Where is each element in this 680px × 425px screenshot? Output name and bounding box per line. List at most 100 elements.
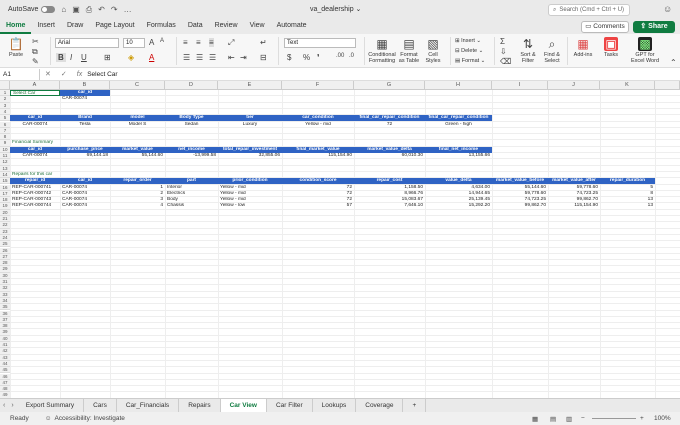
formula-input[interactable]: Select Car (87, 71, 117, 78)
tier-value[interactable]: Luxury (218, 122, 282, 128)
total-repair-investment-value[interactable]: 32,855.06 (218, 153, 282, 159)
zoom-out-icon[interactable]: − (581, 415, 585, 422)
align-top-icon[interactable]: ≡ (183, 38, 188, 47)
autosum-icon[interactable]: Σ (500, 37, 505, 46)
next-sheet-icon[interactable]: › (8, 402, 16, 409)
document-title[interactable]: va_dealership ⌄ (310, 5, 361, 13)
sheet-tab[interactable]: Car View (220, 398, 267, 413)
page-break-icon[interactable]: ▥ (566, 415, 572, 423)
prior-condition-value[interactable]: Yellow - low (218, 203, 282, 209)
car-condition-value[interactable]: Yellow - mid (282, 122, 354, 128)
increase-decimal-icon[interactable]: .00 (336, 53, 344, 59)
final-repair-condition-label-value[interactable]: Green - high (425, 122, 492, 128)
brand-value[interactable]: Tesla (60, 122, 110, 128)
font-shrink-icon[interactable]: A (160, 38, 164, 44)
function-icon[interactable]: fx (77, 71, 82, 78)
final-net-income-value[interactable]: 13,155.66 (425, 153, 492, 159)
decrease-indent-icon[interactable]: ⇤ (228, 53, 235, 62)
percent-icon[interactable]: % (303, 53, 310, 62)
italic-icon[interactable]: I (70, 53, 72, 62)
column-header-extra[interactable] (655, 81, 680, 90)
column-header[interactable]: G (354, 81, 425, 90)
borders-icon[interactable]: ⊞ (104, 53, 111, 62)
share-button[interactable]: ⇪ Share (633, 21, 675, 33)
currency-icon[interactable]: $ (287, 53, 291, 62)
tab-home[interactable]: Home (0, 19, 32, 34)
sheet-tab[interactable]: Export Summary (17, 398, 85, 413)
column-header[interactable]: B (60, 81, 110, 90)
condition-score-value[interactable]: 57 (282, 203, 354, 209)
accessibility-status[interactable]: Accessibility: Investigate (54, 415, 124, 422)
fill-icon[interactable]: ⇩ (500, 47, 507, 56)
repair-order-value[interactable]: 4 (110, 203, 165, 209)
sheet-tab[interactable]: Repairs (179, 398, 221, 413)
page-layout-icon[interactable]: ▤ (550, 415, 556, 423)
cut-icon[interactable]: ✂ (32, 37, 39, 46)
repair-cost-value[interactable]: 7,646.10 (354, 203, 425, 209)
model-value[interactable]: Model S (110, 122, 165, 128)
column-header[interactable]: C (110, 81, 165, 90)
insert-cells-button[interactable]: ⊞ Insert ⌄ (455, 38, 481, 44)
add-ins-button[interactable]: ▦ Add-ins (570, 37, 596, 58)
font-grow-icon[interactable]: A (149, 38, 154, 47)
sheet-tab[interactable]: Car Filter (267, 398, 313, 413)
wrap-text-icon[interactable]: ↵ (260, 38, 267, 47)
collapse-ribbon-icon[interactable]: ⌃ (670, 58, 677, 67)
repair-duration-value[interactable]: 13 (600, 203, 655, 209)
font-size-select[interactable]: 10 (123, 38, 145, 48)
column-header[interactable]: A (10, 81, 60, 90)
format-cells-button[interactable]: ▤ Format ⌄ (455, 58, 485, 64)
copy-icon[interactable]: ⧉ (32, 47, 38, 57)
repair-id-value[interactable]: REP-CAR-000744 (10, 203, 60, 209)
home-icon[interactable]: ⌂ (61, 5, 66, 14)
tab-insert[interactable]: Insert (31, 19, 61, 34)
name-box[interactable]: A1 (0, 68, 40, 80)
comma-style-icon[interactable]: ❜ (317, 53, 320, 62)
more-icon[interactable]: … (124, 5, 132, 14)
market-value-after-value[interactable]: 115,154.90 (548, 203, 600, 209)
accessibility-icon[interactable]: ☺ (45, 415, 52, 422)
align-left-icon[interactable]: ☰ (183, 53, 190, 62)
value-delta-value[interactable]: 15,292.20 (425, 203, 492, 209)
tab-data[interactable]: Data (182, 19, 209, 34)
car-id-value[interactable]: CAR-00074 (10, 153, 60, 159)
purchase-price-value[interactable]: 69,144.18 (60, 153, 110, 159)
column-header[interactable]: K (600, 81, 655, 90)
tasks-button[interactable]: ▣ Tasks (600, 37, 622, 58)
merge-center-icon[interactable]: ⊟ (260, 53, 267, 62)
find-select-button[interactable]: ⌕ Find & Select (540, 37, 564, 64)
sheet-tab[interactable]: Car_Financials (117, 398, 180, 413)
net-income-value[interactable]: -13,999.58 (165, 153, 218, 159)
undo-icon[interactable]: ↶ (98, 5, 105, 14)
market-value-delta-value[interactable]: 60,010.30 (354, 153, 425, 159)
column-header[interactable]: E (218, 81, 282, 90)
sheet-tab[interactable]: Cars (84, 398, 117, 413)
normal-view-icon[interactable]: ▦ (532, 415, 538, 423)
tab-view[interactable]: View (244, 19, 271, 34)
car-id-value[interactable]: CAR-00074 (10, 122, 60, 128)
final-market-value-value[interactable]: 115,154.90 (282, 153, 354, 159)
format-painter-icon[interactable]: ✎ (32, 57, 39, 66)
column-header[interactable]: H (425, 81, 492, 90)
sheet-tab[interactable]: Coverage (356, 398, 404, 413)
comments-button[interactable]: ▭ Comments (581, 21, 629, 33)
number-format-select[interactable]: Text (284, 38, 356, 48)
account-icon[interactable]: ☺ (663, 4, 672, 14)
tab-automate[interactable]: Automate (271, 19, 313, 34)
zoom-slider[interactable] (592, 418, 636, 419)
clear-icon[interactable]: ⌫ (500, 57, 511, 66)
decrease-decimal-icon[interactable]: .0 (349, 53, 354, 59)
tab-page-layout[interactable]: Page Layout (89, 19, 140, 34)
market-value-value[interactable]: 55,144.60 (110, 153, 165, 159)
autosave-toggle[interactable] (41, 6, 56, 13)
conditional-formatting-button[interactable]: ▦ Conditional Formatting (366, 37, 398, 64)
part-value[interactable]: Chassis (165, 203, 218, 209)
column-header[interactable]: F (282, 81, 354, 90)
gpt-excel-button[interactable]: ▩ GPT for Excel Word (628, 37, 662, 64)
add-sheet-icon[interactable]: + (403, 398, 427, 413)
paste-button[interactable]: 📋 Paste (5, 37, 27, 58)
align-bottom-icon[interactable]: ≡ (209, 38, 214, 47)
fill-color-icon[interactable]: ◈ (128, 53, 134, 62)
cell-styles-button[interactable]: ▧ Cell Styles (421, 37, 445, 64)
prev-sheet-icon[interactable]: ‹ (0, 402, 8, 409)
